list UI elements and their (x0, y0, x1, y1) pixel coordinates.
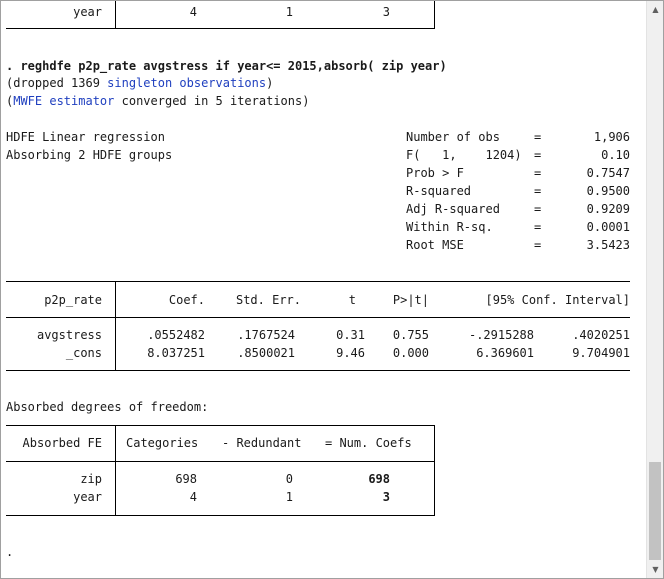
stat-label: Root MSE (406, 238, 464, 252)
stat-label: Adj R-squared (406, 202, 500, 216)
stat-label: Prob > F (406, 166, 464, 180)
stat-eq: = (534, 166, 542, 180)
row-conf-high: .4020251 (572, 328, 630, 342)
row-conf-low: -.2915288 (468, 328, 534, 342)
row-p: 0.000 (392, 346, 429, 360)
results-window: year 4 1 3 . reghdfe p2p_rate avgstress … (0, 0, 664, 579)
header-absorbed-fe: Absorbed FE (22, 436, 102, 450)
stat-value: 1,906 (593, 130, 630, 144)
stat-value: 3.5423 (586, 238, 630, 252)
scrollbar-thumb[interactable] (649, 462, 661, 560)
singleton-link[interactable]: singleton observations (107, 76, 266, 90)
table-bottom-rule (6, 28, 435, 29)
absorbed-row-name: zip (80, 472, 102, 486)
top-row-redundant: 1 (285, 5, 293, 19)
absorbed-table-divider (115, 425, 116, 515)
mwfe-link[interactable]: MWFE estimator (13, 94, 114, 108)
vertical-scrollbar[interactable]: ▲ ▼ (646, 1, 663, 578)
header-p: P>|t| (392, 293, 429, 307)
row-coef: 8.037251 (147, 346, 205, 360)
absorbed-row-categories: 698 (175, 472, 197, 486)
row-name: _cons (65, 346, 102, 360)
stat-label: F( 1, 1204) (406, 148, 522, 162)
stat-label: Number of obs (406, 130, 500, 144)
row-coef: .0552482 (147, 328, 205, 342)
row-t: 9.46 (336, 346, 365, 360)
coef-table-bottom-rule (6, 370, 630, 371)
scroll-down-arrow-icon[interactable]: ▼ (647, 561, 663, 578)
top-row-coefs: 3 (382, 5, 390, 19)
header-redundant: - Redundant (222, 436, 302, 450)
absorb-summary: Absorbing 2 HDFE groups (6, 148, 173, 162)
stat-value: 0.9209 (586, 202, 630, 216)
row-name: avgstress (36, 328, 102, 342)
absorbed-table-border (434, 425, 435, 515)
absorbed-row-coefs: 698 (368, 472, 390, 486)
model-title: HDFE Linear regression (6, 130, 165, 144)
command-prompt: . (6, 545, 14, 559)
top-row-categories: 4 (189, 5, 197, 19)
coef-table-header-rule (6, 317, 630, 318)
mwfe-note: (MWFE estimator converged in 5 iteration… (6, 94, 310, 108)
dropped-note: (dropped 1369 singleton observations) (6, 76, 274, 90)
row-std-err: .8500021 (237, 346, 295, 360)
absorbed-table-header-rule (6, 461, 435, 462)
header-conf-interval: [95% Conf. Interval] (485, 293, 631, 307)
top-row-label: year (73, 5, 102, 19)
stat-eq: = (534, 238, 542, 252)
stat-label: Within R-sq. (406, 220, 493, 234)
stat-eq: = (534, 220, 542, 234)
absorbed-row-redundant: 1 (285, 490, 293, 504)
header-coef: Coef. (168, 293, 205, 307)
row-conf-high: 9.704901 (572, 346, 630, 360)
coef-table-top-rule (6, 281, 630, 282)
stat-eq: = (534, 184, 542, 198)
results-content: year 4 1 3 . reghdfe p2p_rate avgstress … (1, 1, 646, 578)
coef-table-divider (115, 281, 116, 370)
absorbed-row-categories: 4 (189, 490, 197, 504)
absorbed-table-top-rule (6, 425, 435, 426)
table-border (434, 1, 435, 28)
stat-value: 0.10 (601, 148, 630, 162)
stat-eq: = (534, 130, 542, 144)
row-t: 0.31 (336, 328, 365, 342)
header-categories: Categories (126, 436, 199, 450)
header-std-err: Std. Err. (235, 293, 301, 307)
header-num-coefs: = Num. Coefs (325, 436, 412, 450)
dependent-variable: p2p_rate (44, 293, 102, 307)
absorbed-row-coefs: 3 (382, 490, 390, 504)
table-divider (115, 1, 116, 28)
stat-value: 0.7547 (586, 166, 630, 180)
stat-value: 0.9500 (586, 184, 630, 198)
row-p: 0.755 (392, 328, 429, 342)
command-line: . reghdfe p2p_rate avgstress if year<= 2… (6, 59, 447, 73)
stat-eq: = (534, 202, 542, 216)
scroll-up-arrow-icon[interactable]: ▲ (647, 1, 663, 18)
stat-eq: = (534, 148, 542, 162)
absorbed-title: Absorbed degrees of freedom: (6, 400, 209, 414)
row-conf-low: 6.369601 (476, 346, 534, 360)
stat-label: R-squared (406, 184, 472, 198)
absorbed-row-name: year (73, 490, 102, 504)
stat-value: 0.0001 (586, 220, 630, 234)
header-t: t (348, 293, 356, 307)
row-std-err: .1767524 (237, 328, 295, 342)
absorbed-table-bottom-rule (6, 515, 435, 516)
absorbed-row-redundant: 0 (285, 472, 293, 486)
